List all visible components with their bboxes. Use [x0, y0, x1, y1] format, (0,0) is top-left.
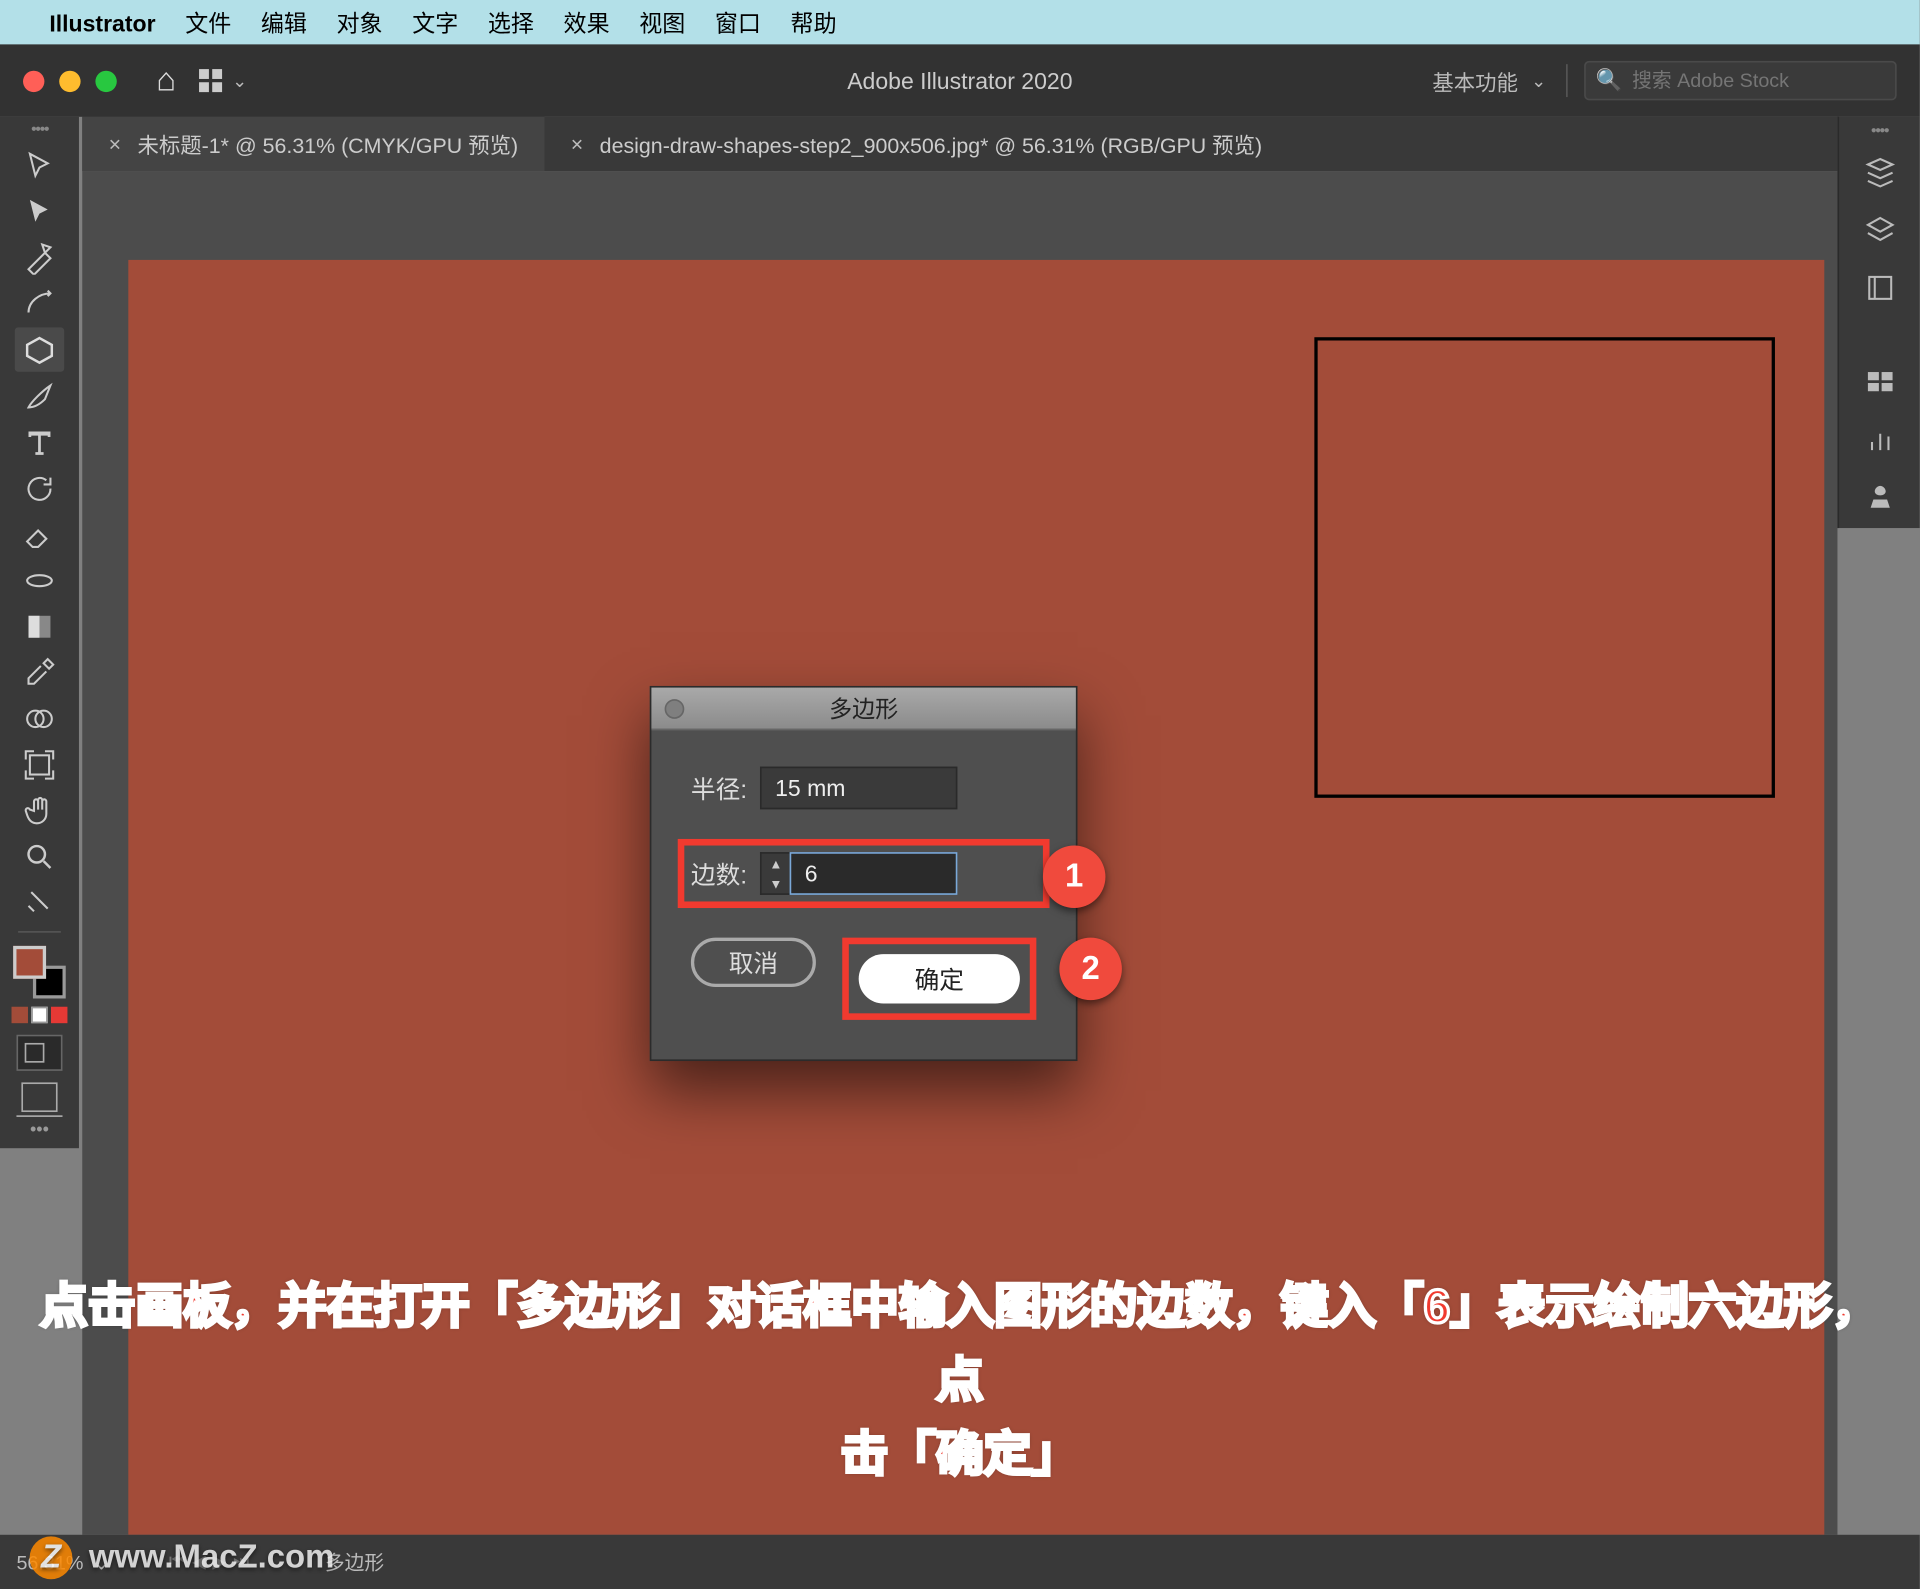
stock-search-input[interactable] — [1632, 69, 1887, 92]
radius-label: 半径: — [691, 771, 747, 806]
workspace-label: 基本功能 — [1432, 65, 1518, 96]
brushes-panel-icon[interactable] — [1853, 413, 1906, 466]
menu-edit[interactable]: 编辑 — [261, 6, 307, 39]
selection-tool[interactable] — [15, 143, 64, 187]
arrange-documents-button[interactable]: ⌄ — [199, 69, 247, 92]
gradient-tool[interactable] — [15, 604, 64, 648]
type-tool[interactable] — [15, 419, 64, 463]
separator — [1566, 64, 1568, 97]
panel-grip-icon[interactable]: ●●●● — [31, 125, 48, 135]
color-mode-row[interactable] — [12, 1007, 68, 1023]
edit-toolbar-icon[interactable]: ••• — [30, 1120, 49, 1140]
home-icon[interactable]: ⌂ — [156, 62, 176, 100]
artboard-tool[interactable] — [15, 742, 64, 786]
close-tab-icon[interactable]: × — [109, 132, 121, 157]
app-title: Adobe Illustrator 2020 — [847, 67, 1072, 93]
chevron-down-icon: ⌄ — [1531, 70, 1546, 91]
minimize-window-button[interactable] — [59, 70, 80, 91]
zoom-window-button[interactable] — [95, 70, 116, 91]
document-tabs: × 未标题-1* @ 56.31% (CMYK/GPU 预览) × design… — [82, 117, 1837, 171]
layers-panel-icon[interactable] — [1853, 204, 1906, 257]
ok-button-highlight: 确定 — [842, 938, 1036, 1020]
chevron-up-icon[interactable]: ▲ — [762, 854, 790, 874]
app-menu[interactable]: Illustrator — [49, 9, 155, 35]
window-controls — [23, 70, 117, 91]
chevron-down-icon[interactable]: ▼ — [762, 873, 790, 893]
watermark: Z www.MacZ.com — [30, 1536, 335, 1579]
close-window-button[interactable] — [23, 70, 44, 91]
stock-search[interactable]: 🔍 — [1584, 61, 1897, 100]
chevron-down-icon: ⌄ — [232, 70, 247, 91]
workspace-switcher[interactable]: 基本功能 ⌄ — [1432, 64, 1574, 97]
symbols-panel-icon[interactable] — [1853, 470, 1906, 523]
application-bar: ⌂ ⌄ Adobe Illustrator 2020 基本功能 ⌄ 🔍 — [0, 44, 1920, 116]
pen-tool[interactable] — [15, 235, 64, 279]
menu-effect[interactable]: 效果 — [564, 6, 610, 39]
search-icon: 🔍 — [1596, 67, 1623, 93]
hand-tool[interactable] — [15, 788, 64, 832]
swatches-panel-icon[interactable] — [1853, 355, 1906, 408]
sides-input[interactable] — [790, 852, 958, 895]
rectangle-shape[interactable] — [1314, 337, 1775, 798]
watermark-badge-icon: Z — [30, 1536, 73, 1579]
panel-grip-icon[interactable]: ●●●● — [1871, 127, 1888, 137]
menu-type[interactable]: 文字 — [412, 6, 458, 39]
paintbrush-tool[interactable] — [15, 373, 64, 417]
shape-builder-tool[interactable] — [15, 696, 64, 740]
eraser-tool[interactable] — [15, 512, 64, 556]
menu-select[interactable]: 选择 — [488, 6, 534, 39]
rotate-tool[interactable] — [15, 466, 64, 510]
curvature-tool[interactable] — [15, 281, 64, 325]
menu-help[interactable]: 帮助 — [791, 6, 837, 39]
anchor-tool[interactable] — [15, 880, 64, 924]
sides-row-highlight: 边数: ▲▼ — [678, 839, 1050, 908]
document-tab-2[interactable]: × design-draw-shapes-step2_900x506.jpg* … — [544, 117, 1288, 171]
screen-mode-button[interactable] — [21, 1082, 57, 1112]
ok-button[interactable]: 确定 — [859, 954, 1020, 1003]
document-tab-1[interactable]: × 未标题-1* @ 56.31% (CMYK/GPU 预览) — [82, 117, 544, 171]
close-tab-icon[interactable]: × — [571, 132, 583, 157]
polygon-dialog: 多边形 半径: 边数: ▲▼ 取消 确定 1 2 — [650, 686, 1078, 1061]
tools-panel: ●●●● ••• — [0, 117, 79, 1148]
tab-label: design-draw-shapes-step2_900x506.jpg* @ … — [600, 128, 1262, 159]
width-tool[interactable] — [15, 558, 64, 602]
properties-panel-icon[interactable] — [1853, 146, 1906, 199]
right-panel-dock: ●●●● — [1837, 117, 1919, 528]
menu-window[interactable]: 窗口 — [715, 6, 761, 39]
stepper-buttons[interactable]: ▲▼ — [760, 852, 790, 895]
callout-1: 1 — [1043, 846, 1106, 909]
cancel-button[interactable]: 取消 — [691, 938, 816, 987]
draw-mode-button[interactable] — [16, 1035, 62, 1071]
sides-label: 边数: — [691, 856, 747, 891]
eyedropper-tool[interactable] — [15, 650, 64, 694]
menu-view[interactable]: 视图 — [639, 6, 685, 39]
dialog-titlebar[interactable]: 多边形 — [651, 688, 1075, 731]
zoom-tool[interactable] — [15, 834, 64, 878]
dialog-title: 多边形 — [829, 692, 898, 725]
fill-color[interactable] — [13, 946, 46, 979]
direct-selection-tool[interactable] — [15, 189, 64, 233]
separator — [18, 931, 61, 933]
callout-2: 2 — [1059, 938, 1122, 1001]
radius-input[interactable] — [760, 767, 957, 810]
fill-stroke-swatch[interactable] — [13, 946, 66, 999]
close-dialog-button[interactable] — [665, 698, 685, 718]
menu-file[interactable]: 文件 — [185, 6, 231, 39]
instruction-text: 点击画板，并在打开「多边形」对话框中输入图形的边数，键入「6」表示绘制六边形，点… — [0, 1272, 1920, 1494]
tab-label: 未标题-1* @ 56.31% (CMYK/GPU 预览) — [138, 128, 519, 159]
menu-object[interactable]: 对象 — [337, 6, 383, 39]
polygon-tool[interactable] — [15, 327, 64, 371]
radius-row: 半径: — [691, 767, 1036, 810]
libraries-panel-icon[interactable] — [1853, 262, 1906, 315]
macos-menubar: Illustrator 文件 编辑 对象 文字 选择 效果 视图 窗口 帮助 — [0, 0, 1920, 44]
